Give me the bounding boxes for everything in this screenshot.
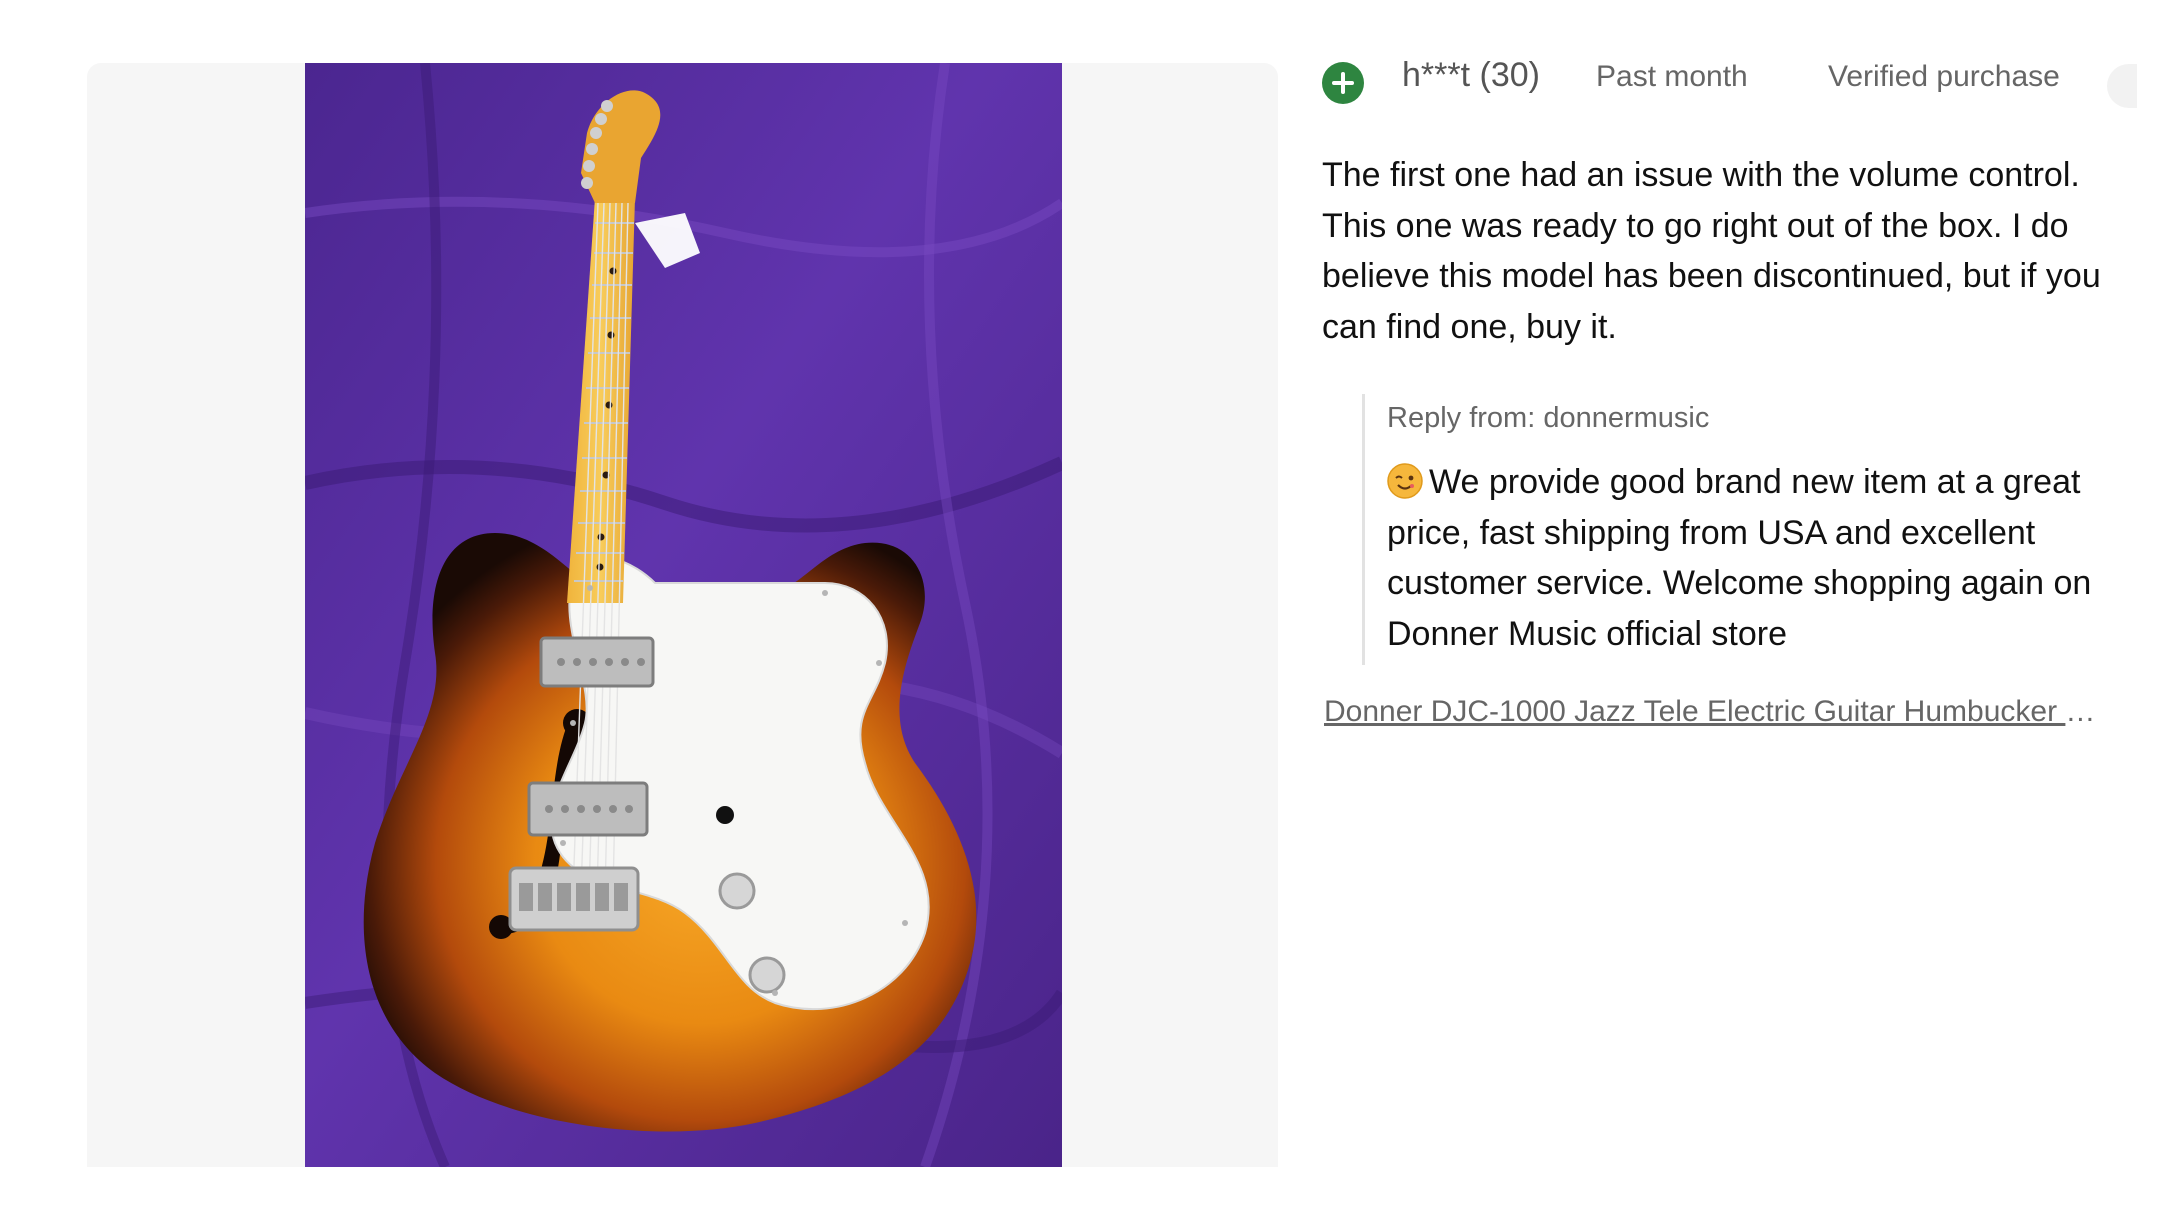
winking-face-emoji-icon [1387,463,1423,499]
reply-label: Reply from: donnermusic [1387,402,1710,434]
review-meta: h***t (30) Past month Verified purchase [1322,50,2137,108]
reply-body: We provide good brand new item at a grea… [1387,457,2127,659]
review-photo[interactable] [305,63,1062,1167]
review-date: Past month [1596,60,1748,93]
review-page: h***t (30) Past month Verified purchase … [0,0,2179,1219]
review-text: The first one had an issue with the volu… [1322,156,2101,346]
seller-reply: Reply from: donnermusic We provide good … [1362,394,2127,665]
verified-purchase-badge: Verified purchase [1828,60,2060,93]
next-arrow-icon[interactable] [2107,64,2137,108]
product-link[interactable]: Donner DJC-1000 Jazz Tele Electric Guita… [1324,695,2104,729]
review-card: h***t (30) Past month Verified purchase … [1322,50,2137,729]
reviewer-name: h***t (30) [1402,56,1540,94]
plus-icon[interactable] [1322,62,1364,104]
reply-text: We provide good brand new item at a grea… [1387,463,2092,653]
review-photo-panel [87,63,1278,1167]
